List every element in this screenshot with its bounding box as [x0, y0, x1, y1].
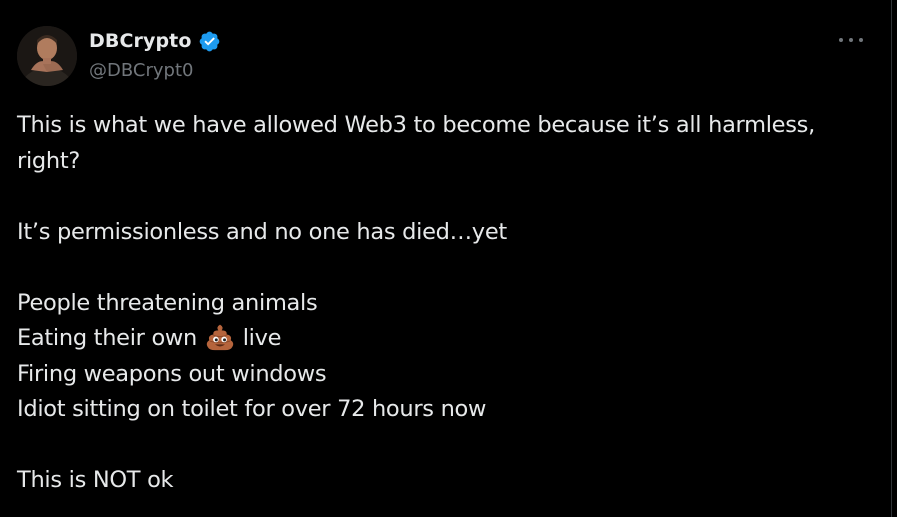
author-handle[interactable]: @DBCrypt0: [89, 60, 193, 81]
author-display-name[interactable]: DBCrypto: [89, 30, 192, 52]
author-avatar[interactable]: [17, 26, 77, 86]
tweet-line-part: live: [242, 325, 282, 351]
more-dot: [859, 38, 863, 42]
more-dot: [849, 38, 853, 42]
more-dot: [839, 38, 843, 42]
author-name-row: DBCrypto: [89, 28, 221, 54]
column-divider: [891, 0, 892, 517]
tweet-line: right?: [17, 147, 81, 174]
tweet-line: Idiot sitting on toilet for over 72 hour…: [17, 396, 487, 422]
avatar-image: [17, 26, 77, 86]
tweet-line-with-emoji: Eating their own live: [17, 321, 877, 357]
tweet-line: This is NOT ok: [17, 467, 174, 493]
paragraph-break: [17, 250, 877, 286]
tweet-line: It’s permissionless and no one has died……: [17, 218, 507, 245]
more-options-icon[interactable]: [839, 32, 863, 48]
tweet-line-part: Eating their own: [17, 325, 197, 351]
verified-badge-icon[interactable]: [198, 30, 221, 53]
tweet-card[interactable]: DBCrypto @DBCrypt0 This is what we have …: [0, 0, 891, 517]
paragraph-break: [17, 428, 877, 464]
tweet-line: This is what we have allowed Web3 to bec…: [17, 112, 815, 138]
tweet-line: Firing weapons out windows: [17, 360, 327, 387]
paragraph-break: [17, 179, 877, 215]
tweet-line: People threatening animals: [17, 289, 318, 316]
pile-of-poo-emoji-icon: [206, 324, 234, 351]
tweet-text: This is what we have allowed Web3 to bec…: [17, 108, 877, 499]
